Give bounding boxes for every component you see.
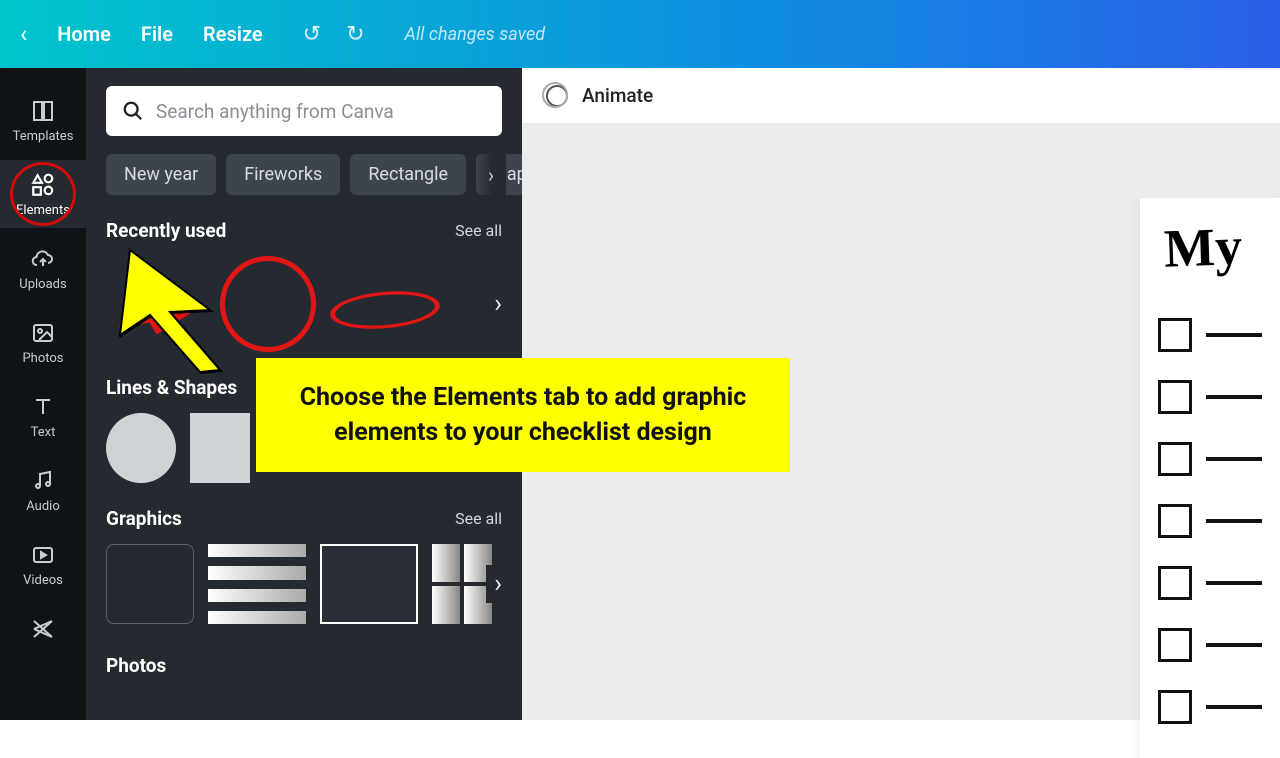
file-menu[interactable]: File bbox=[141, 22, 173, 46]
checklist-item bbox=[1158, 566, 1262, 600]
annotation-tooltip: Choose the Elements tab to add graphic e… bbox=[256, 358, 790, 472]
animate-icon bbox=[546, 85, 568, 107]
rail-templates[interactable]: Templates bbox=[0, 86, 86, 154]
back-icon[interactable]: ‹ bbox=[20, 20, 27, 48]
graphic-frame[interactable] bbox=[106, 544, 194, 624]
shape-circle[interactable] bbox=[106, 413, 176, 483]
chip-rectangle[interactable]: Rectangle bbox=[350, 154, 466, 195]
search-box[interactable] bbox=[106, 86, 502, 136]
templates-icon bbox=[30, 98, 56, 124]
rail-elements-label: Elements bbox=[16, 203, 70, 218]
videos-icon bbox=[30, 542, 56, 568]
section-graphics-title: Graphics bbox=[106, 507, 182, 530]
rail-text[interactable]: Text bbox=[0, 382, 86, 450]
audio-icon bbox=[30, 468, 56, 494]
rail-photos[interactable]: Photos bbox=[0, 308, 86, 376]
graphic-lines[interactable] bbox=[208, 544, 306, 624]
text-icon bbox=[30, 394, 56, 420]
rail-audio[interactable]: Audio bbox=[0, 456, 86, 524]
graphics-scroll-right-icon[interactable]: › bbox=[486, 565, 504, 603]
search-input[interactable] bbox=[156, 100, 486, 123]
graphic-grid[interactable] bbox=[432, 544, 492, 624]
rail-templates-label: Templates bbox=[13, 129, 74, 144]
home-link[interactable]: Home bbox=[57, 22, 111, 46]
checklist-item bbox=[1158, 504, 1262, 538]
search-icon bbox=[122, 100, 144, 122]
section-recent-seeall[interactable]: See all bbox=[455, 221, 502, 240]
element-red-oval[interactable] bbox=[329, 287, 442, 333]
rail-more[interactable] bbox=[0, 604, 86, 652]
rail-uploads-label: Uploads bbox=[19, 277, 66, 292]
checklist-item bbox=[1158, 318, 1262, 352]
suggestion-chips: New year Fireworks Rectangle Happ › bbox=[106, 154, 502, 195]
top-toolbar: ‹ Home File Resize ↺ ↻ All changes saved bbox=[0, 0, 1280, 68]
chip-fireworks[interactable]: Fireworks bbox=[226, 154, 340, 195]
elements-icon bbox=[30, 172, 56, 198]
checklist-item bbox=[1158, 628, 1262, 662]
save-status: All changes saved bbox=[405, 24, 546, 45]
canvas-toolbar: Animate bbox=[522, 68, 1280, 124]
rail-videos-label: Videos bbox=[23, 573, 63, 588]
rail-audio-label: Audio bbox=[26, 499, 59, 514]
side-rail: Templates Elements Uploads Photos Text A… bbox=[0, 68, 86, 720]
rail-elements[interactable]: Elements bbox=[0, 160, 86, 228]
rail-photos-label: Photos bbox=[22, 351, 63, 366]
chips-scroll-right-icon[interactable]: › bbox=[476, 154, 506, 195]
rail-videos[interactable]: Videos bbox=[0, 530, 86, 598]
graphic-rect-outline[interactable] bbox=[320, 544, 418, 624]
shape-square[interactable] bbox=[190, 413, 250, 483]
annotation-arrow-icon bbox=[110, 240, 250, 384]
section-photos-title: Photos bbox=[106, 654, 166, 677]
rail-uploads[interactable]: Uploads bbox=[0, 234, 86, 302]
checklist-item bbox=[1158, 380, 1262, 414]
checklist-item bbox=[1158, 690, 1262, 724]
section-recent-title: Recently used bbox=[106, 219, 226, 242]
recent-scroll-right-icon[interactable]: › bbox=[486, 285, 504, 323]
design-page[interactable]: My bbox=[1140, 198, 1280, 758]
page-heading: My bbox=[1163, 214, 1263, 279]
redo-icon[interactable]: ↻ bbox=[346, 22, 364, 47]
animate-button[interactable]: Animate bbox=[582, 84, 653, 107]
graphics-row: › bbox=[106, 544, 502, 624]
undo-icon[interactable]: ↺ bbox=[303, 22, 321, 47]
section-graphics-seeall[interactable]: See all bbox=[455, 509, 502, 528]
more-icon bbox=[30, 616, 56, 642]
checklist-item bbox=[1158, 442, 1262, 476]
chip-new-year[interactable]: New year bbox=[106, 154, 216, 195]
resize-menu[interactable]: Resize bbox=[203, 22, 263, 46]
uploads-icon bbox=[30, 246, 56, 272]
rail-text-label: Text bbox=[31, 425, 56, 440]
photos-icon bbox=[30, 320, 56, 346]
